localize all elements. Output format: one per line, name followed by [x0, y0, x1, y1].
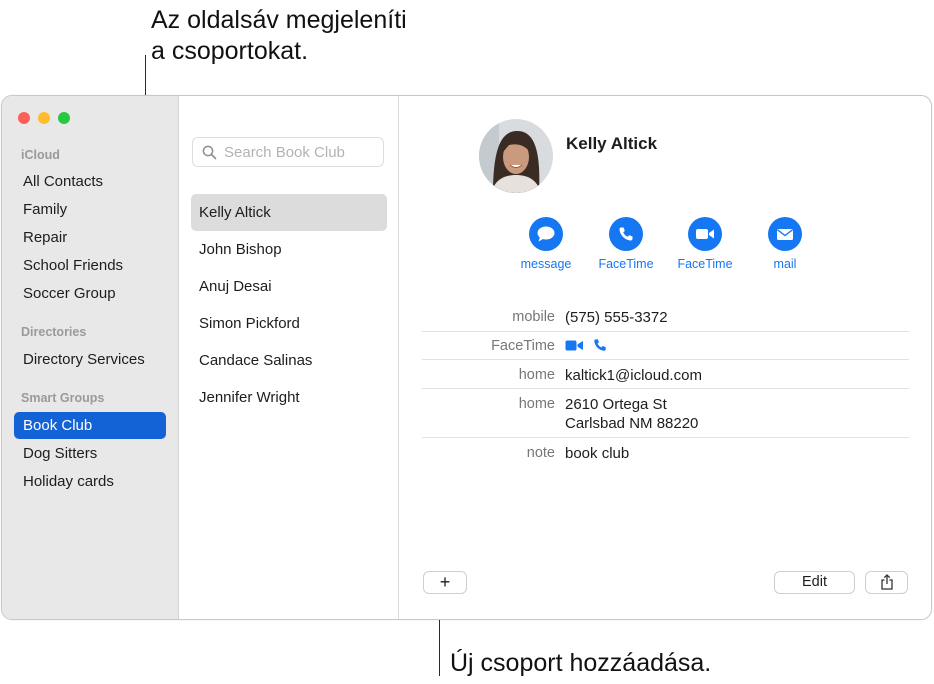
share-icon: [880, 574, 894, 597]
minimize-button[interactable]: [38, 112, 50, 124]
edit-button[interactable]: Edit: [774, 571, 855, 594]
sidebar: iCloud All Contacts Family Repair School…: [2, 96, 179, 619]
field-divider: [422, 388, 909, 389]
sidebar-section-directories: Directories: [21, 325, 87, 339]
facetime-phone-icon[interactable]: [593, 338, 607, 356]
contact-row-candace-salinas[interactable]: Candace Salinas: [191, 342, 387, 379]
contact-list-column: Kelly Altick John Bishop Anuj Desai Simo…: [179, 96, 399, 619]
sidebar-callout-line1: Az oldalsáv megjeleníti: [151, 6, 407, 34]
sidebar-callout-line2: a csoportokat.: [151, 37, 309, 65]
sidebar-item-book-club[interactable]: Book Club: [14, 412, 166, 439]
message-bubble-icon: [529, 217, 563, 251]
email-label: home: [518, 367, 555, 383]
address-label: home: [518, 396, 555, 412]
sidebar-item-school-friends[interactable]: School Friends: [14, 252, 166, 279]
facetime-value: [565, 338, 607, 356]
note-value[interactable]: book club: [565, 445, 629, 462]
contact-row-jennifer-wright[interactable]: Jennifer Wright: [191, 379, 387, 416]
address-line2[interactable]: Carlsbad NM 88220: [565, 415, 698, 432]
field-divider: [422, 437, 909, 438]
sidebar-callout: Az oldalsáv megjeleníti a csoportokat.: [151, 5, 407, 67]
add-group-callout: Új csoport hozzáadása.: [450, 649, 712, 677]
sidebar-item-holiday-cards[interactable]: Holiday cards: [14, 468, 166, 495]
sidebar-item-soccer-group[interactable]: Soccer Group: [14, 280, 166, 307]
message-action-label: message: [520, 257, 572, 271]
contact-card: Kelly Altick message FaceTime FaceTime m…: [399, 96, 931, 619]
facetime-video-action[interactable]: FaceTime: [665, 217, 745, 271]
facetime-video-action-label: FaceTime: [677, 257, 733, 271]
search-icon: [202, 145, 217, 165]
sidebar-item-family[interactable]: Family: [14, 196, 166, 223]
email-value[interactable]: kaltick1@icloud.com: [565, 367, 702, 384]
search-field[interactable]: [192, 137, 384, 167]
contact-row-simon-pickford[interactable]: Simon Pickford: [191, 305, 387, 342]
contact-row-anuj-desai[interactable]: Anuj Desai: [191, 268, 387, 305]
mobile-value[interactable]: (575) 555-3372: [565, 309, 668, 326]
phone-icon: [609, 217, 643, 251]
message-action[interactable]: message: [506, 217, 586, 271]
close-button[interactable]: [18, 112, 30, 124]
mail-action-label: mail: [773, 257, 797, 271]
add-button[interactable]: +: [423, 571, 467, 594]
note-label: note: [526, 445, 555, 461]
facetime-label: FaceTime: [491, 338, 555, 354]
search-input[interactable]: [224, 142, 374, 162]
sidebar-section-icloud: iCloud: [21, 148, 60, 162]
field-divider: [422, 359, 909, 360]
contacts-window: iCloud All Contacts Family Repair School…: [1, 95, 932, 620]
contact-row-kelly-altick[interactable]: Kelly Altick: [191, 194, 387, 231]
video-camera-icon: [688, 217, 722, 251]
contact-name: Kelly Altick: [566, 134, 658, 153]
envelope-icon: [768, 217, 802, 251]
sidebar-item-dog-sitters[interactable]: Dog Sitters: [14, 440, 166, 467]
facetime-video-icon[interactable]: [565, 339, 584, 356]
sidebar-item-all-contacts[interactable]: All Contacts: [14, 168, 166, 195]
field-divider: [422, 331, 909, 332]
avatar: [479, 119, 553, 193]
facetime-audio-action[interactable]: FaceTime: [586, 217, 666, 271]
address-line1[interactable]: 2610 Ortega St: [565, 396, 667, 413]
facetime-audio-action-label: FaceTime: [598, 257, 654, 271]
share-button[interactable]: [865, 571, 908, 594]
sidebar-item-directory-services[interactable]: Directory Services: [14, 346, 166, 373]
sidebar-item-repair[interactable]: Repair: [14, 224, 166, 251]
mail-action[interactable]: mail: [745, 217, 825, 271]
mobile-label: mobile: [512, 309, 555, 325]
sidebar-section-smart-groups: Smart Groups: [21, 391, 105, 405]
contact-row-john-bishop[interactable]: John Bishop: [191, 231, 387, 268]
zoom-button[interactable]: [58, 112, 70, 124]
